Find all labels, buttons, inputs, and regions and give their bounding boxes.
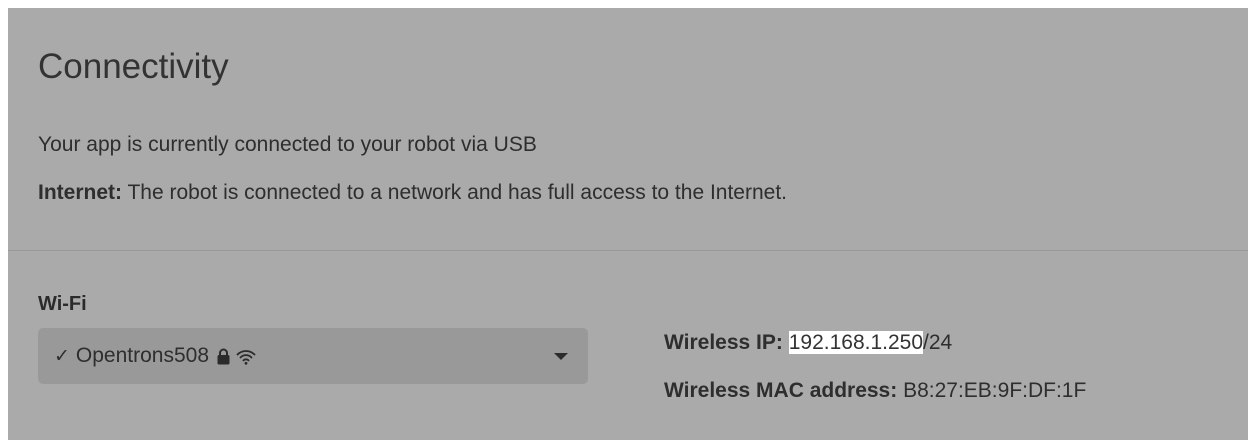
connectivity-panel: Connectivity Your app is currently conne… [8, 8, 1248, 440]
lock-icon [217, 348, 230, 365]
wifi-signal-icon [236, 348, 256, 365]
wireless-mac: Wireless MAC address: B8:27:EB:9F:DF:1F [664, 378, 1086, 404]
wifi-label: Wi-Fi [38, 293, 87, 315]
internet-status: Internet: The robot is connected to a ne… [38, 180, 787, 206]
chevron-down-icon[interactable] [554, 353, 568, 360]
wireless-ip: Wireless IP: 192.168.1.250/24 [664, 330, 952, 356]
wireless-mac-value: B8:27:EB:9F:DF:1F [903, 379, 1087, 402]
wireless-ip-label: Wireless IP: [664, 331, 783, 354]
wireless-ip-value: 192.168.1.250 [788, 331, 924, 354]
selected-network: ✓ Opentrons508 [54, 328, 256, 384]
section-title: Connectivity [38, 47, 229, 86]
section-divider [8, 250, 1248, 251]
check-icon: ✓ [54, 345, 70, 367]
network-name: Opentrons508 [75, 344, 210, 367]
internet-status-text: The robot is connected to a network and … [122, 181, 788, 204]
wireless-mac-label: Wireless MAC address: [664, 379, 898, 402]
wireless-ip-suffix: /24 [923, 331, 953, 354]
wifi-network-select[interactable]: ✓ Opentrons508 [38, 328, 588, 384]
internet-label: Internet: [38, 181, 122, 204]
connection-status-text: Your app is currently connected to your … [38, 133, 537, 156]
